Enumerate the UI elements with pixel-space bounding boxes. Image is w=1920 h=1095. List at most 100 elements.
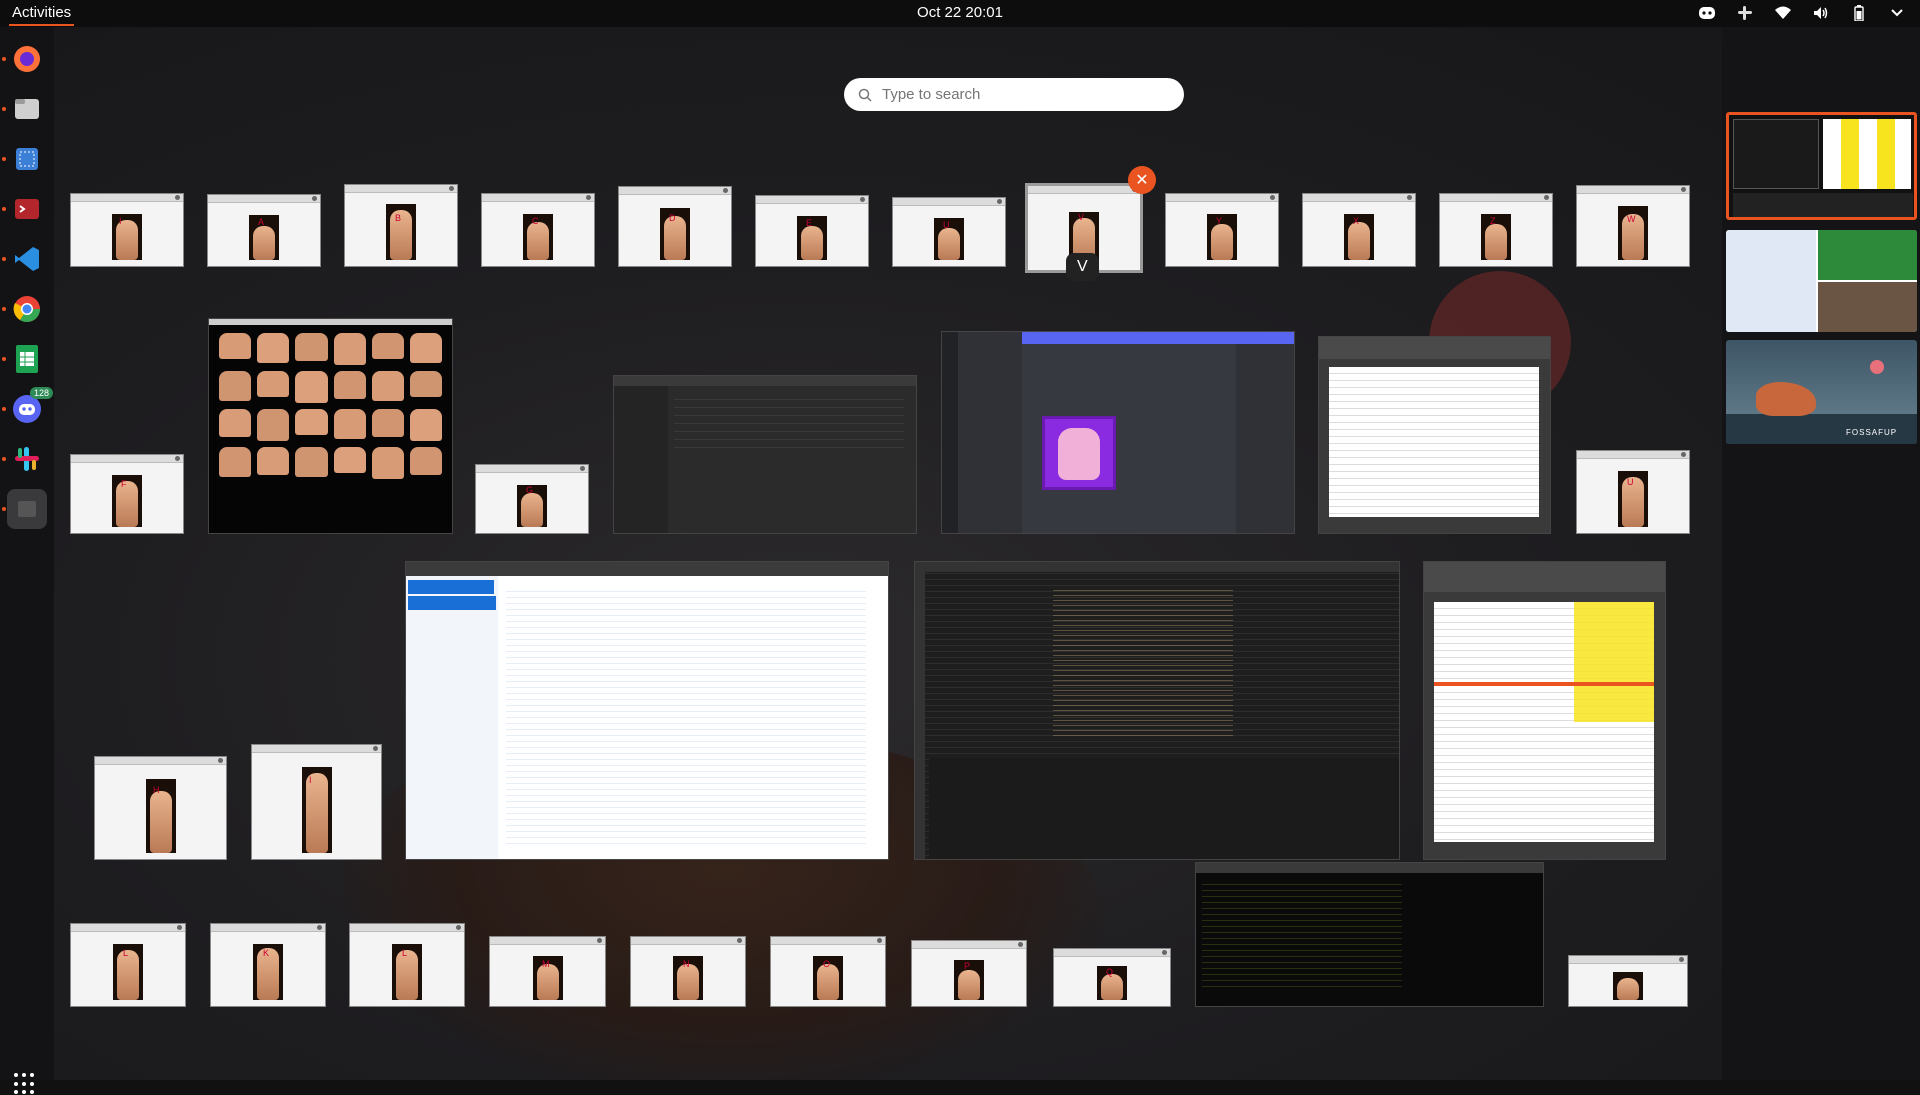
window-hand-sign[interactable]: K xyxy=(210,923,326,1007)
dock-screenshot[interactable] xyxy=(7,139,47,179)
wifi-icon[interactable] xyxy=(1774,4,1792,22)
discord-tray-icon[interactable] xyxy=(1698,4,1716,22)
window-hand-sign[interactable]: N xyxy=(630,936,746,1007)
window-letter: W xyxy=(1627,214,1636,224)
running-indicator xyxy=(2,57,6,61)
window-hand-sign[interactable]: L xyxy=(70,923,186,1007)
close-icon: ✕ xyxy=(1135,172,1149,189)
window-discord[interactable] xyxy=(941,331,1295,534)
window-hand-sign[interactable]: P xyxy=(911,940,1027,1007)
window-hand-sign[interactable]: A xyxy=(207,194,321,267)
window-asl-alphabet-chart[interactable] xyxy=(208,318,453,534)
search-input[interactable] xyxy=(882,86,1162,103)
workspace-caption: FOSSAFUP xyxy=(1846,428,1898,437)
dock: 128 xyxy=(0,27,54,1095)
window-letter: I xyxy=(309,775,312,785)
window-letter: Z xyxy=(1490,216,1496,226)
running-indicator xyxy=(2,207,6,211)
window-letter: E xyxy=(806,218,813,228)
dock-active-window[interactable] xyxy=(7,489,47,529)
battery-icon[interactable] xyxy=(1850,4,1868,22)
window-letter: Y xyxy=(1216,216,1223,226)
window-hand-sign[interactable]: L xyxy=(349,923,465,1007)
window-letter: L xyxy=(402,948,408,958)
window-hand-sign[interactable]: B xyxy=(344,184,458,267)
window-hand-sign[interactable]: E xyxy=(755,195,869,267)
window-hand-sign[interactable]: Q xyxy=(1053,948,1171,1007)
workspace-thumbnail-3[interactable]: FOSSAFUP xyxy=(1726,340,1917,444)
terminal-icon xyxy=(15,199,39,219)
window-hand-sign[interactable]: U xyxy=(892,197,1006,267)
running-indicator xyxy=(2,107,6,111)
clock-text[interactable]: Oct 22 20:01 xyxy=(917,4,1003,21)
system-menu-chevron-icon[interactable] xyxy=(1888,4,1906,22)
dock-discord[interactable]: 128 xyxy=(7,387,53,429)
dock-terminal[interactable] xyxy=(7,189,47,229)
show-applications-icon[interactable] xyxy=(14,1073,36,1095)
dock-chrome[interactable] xyxy=(7,289,47,329)
window-letter: U xyxy=(943,220,950,230)
window-spreadsheet-small[interactable] xyxy=(1318,336,1551,534)
running-indicator xyxy=(2,357,6,361)
window-hand-sign[interactable]: I xyxy=(251,744,382,860)
window-letter: D xyxy=(669,213,676,223)
dock-files[interactable] xyxy=(7,89,47,129)
system-tray xyxy=(1698,4,1906,22)
workspace-thumbnail-1[interactable] xyxy=(1726,112,1917,220)
window-hand-sign[interactable]: O xyxy=(770,936,886,1007)
overview-area: I A B C D E U V ✕ V Y X Z W F G U H I L … xyxy=(54,27,1920,1080)
dock-slack[interactable] xyxy=(7,439,47,479)
slack-tray-icon[interactable] xyxy=(1736,4,1754,22)
window-hand-sign[interactable]: Y xyxy=(1165,193,1279,267)
window-hand-sign[interactable]: D xyxy=(618,186,732,267)
window-letter: O xyxy=(823,959,831,969)
window-letter: F xyxy=(121,479,127,489)
clock: Oct 22 20:01 xyxy=(0,4,1920,21)
spreadsheet-icon xyxy=(16,345,38,373)
window-letter: G xyxy=(526,485,534,495)
vscode-icon xyxy=(15,247,39,271)
window-hand-sign[interactable]: C xyxy=(481,193,595,267)
files-icon xyxy=(15,99,39,119)
window-spreadsheet-large[interactable] xyxy=(1423,561,1666,860)
window-hand-sign[interactable]: W xyxy=(1576,185,1690,267)
window-hand-sign[interactable]: U xyxy=(1576,450,1690,534)
workspace-thumbnail-2[interactable] xyxy=(1726,230,1917,332)
slack-icon xyxy=(15,447,39,471)
window-hand-sign[interactable]: F xyxy=(70,454,184,534)
search-icon xyxy=(858,88,872,102)
window-letter: L xyxy=(123,948,129,958)
dock-libreoffice-calc[interactable] xyxy=(7,339,47,379)
volume-icon[interactable] xyxy=(1812,4,1830,22)
generic-window-icon xyxy=(18,501,36,517)
window-title-tooltip: V xyxy=(1066,253,1099,281)
window-letter: B xyxy=(395,213,402,223)
window-files[interactable] xyxy=(613,375,917,534)
window-hand-sign[interactable]: X xyxy=(1302,193,1416,267)
window-hand-sign[interactable]: G xyxy=(475,464,589,534)
close-window-button[interactable]: ✕ xyxy=(1128,166,1156,194)
window-vscode[interactable] xyxy=(914,561,1400,860)
window-terminal[interactable] xyxy=(1195,862,1544,1007)
dock-vscode[interactable] xyxy=(7,239,47,279)
window-hand-sign[interactable]: Z xyxy=(1439,193,1553,267)
activities-button[interactable]: Activities xyxy=(8,4,75,26)
window-hand-sign[interactable] xyxy=(1568,955,1688,1007)
running-indicator xyxy=(2,157,6,161)
window-hand-sign[interactable]: I xyxy=(70,193,184,267)
window-hand-sign[interactable]: M xyxy=(489,936,606,1007)
running-indicator xyxy=(2,307,6,311)
discord-badge: 128 xyxy=(29,387,53,399)
window-letter: C xyxy=(532,216,539,226)
window-letter: M xyxy=(542,959,550,969)
window-letter: Q xyxy=(1106,967,1114,977)
running-indicator xyxy=(2,257,6,261)
window-letter: V xyxy=(1078,212,1085,222)
window-cvzone-browser[interactable] xyxy=(405,561,889,860)
window-hand-sign[interactable]: H xyxy=(94,756,227,860)
dock-firefox[interactable] xyxy=(7,39,47,79)
window-letter: P xyxy=(964,961,971,971)
running-indicator xyxy=(2,457,6,461)
running-indicator xyxy=(2,507,6,511)
search-bar[interactable] xyxy=(844,78,1184,111)
